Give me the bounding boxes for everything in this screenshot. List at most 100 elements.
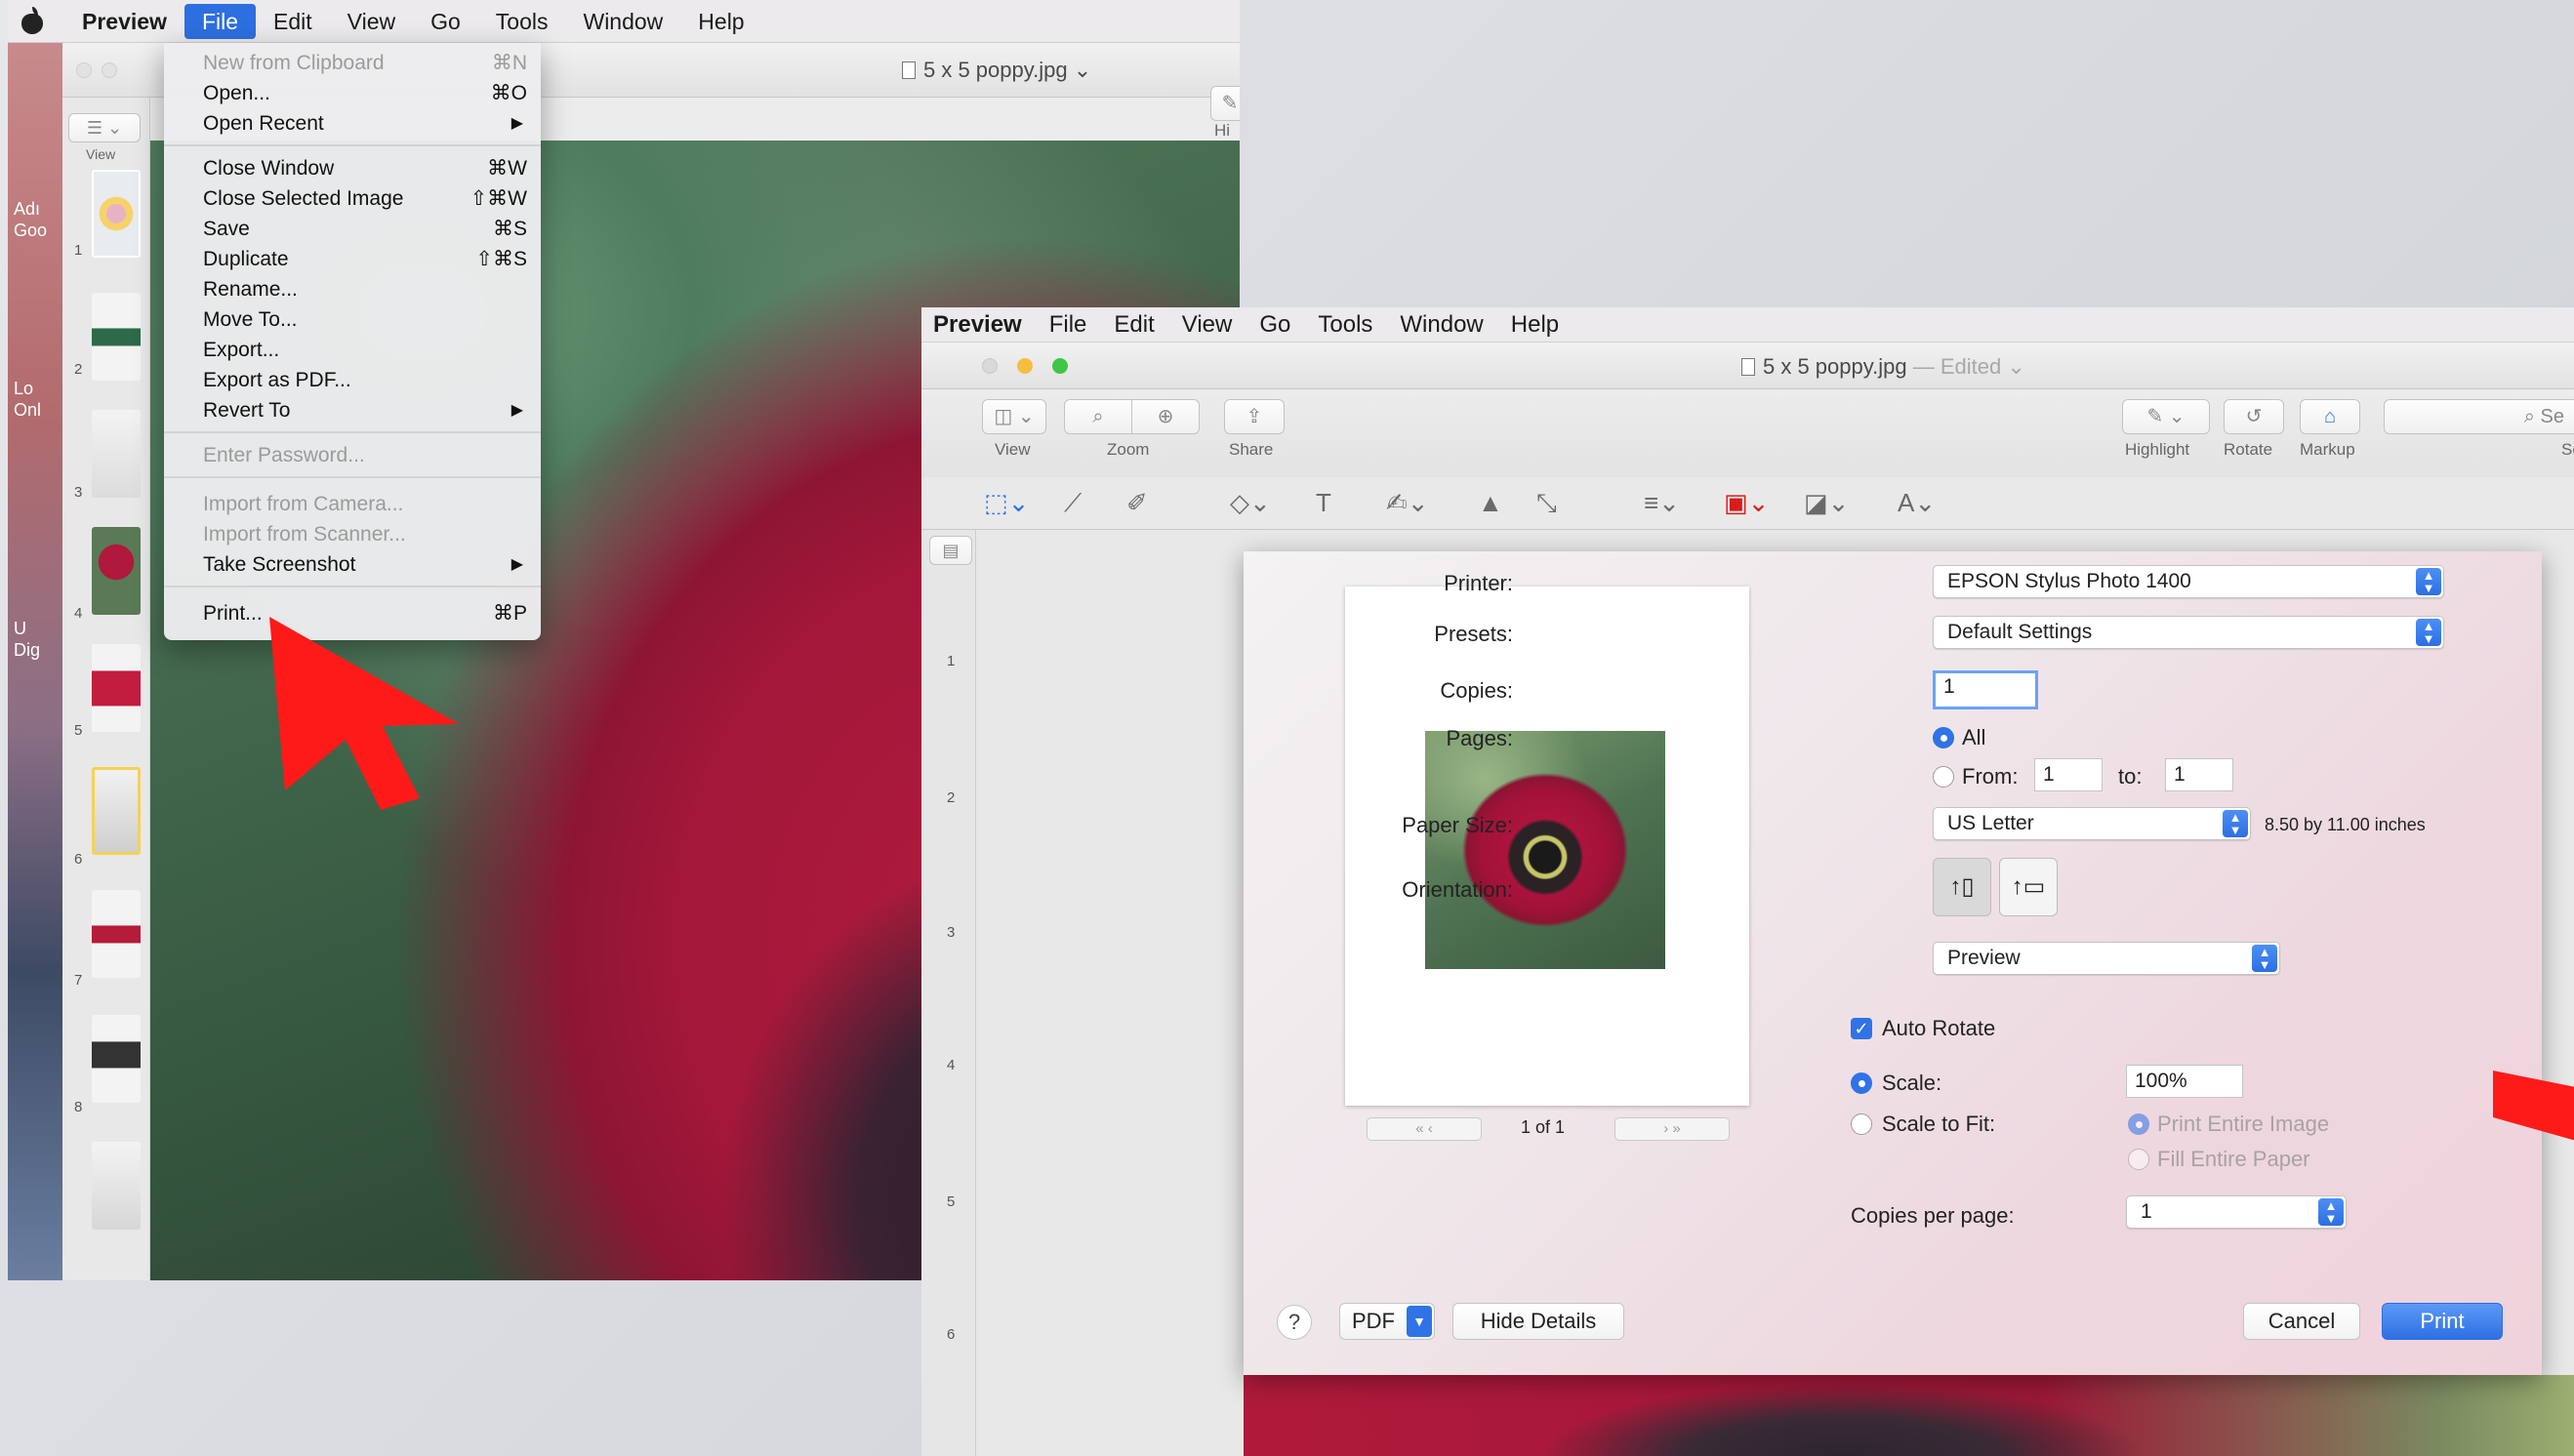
cancel-button[interactable]: Cancel: [2243, 1303, 2360, 1340]
window-status: — Edited: [1912, 354, 2002, 379]
text-icon[interactable]: T: [1316, 489, 1331, 516]
zoom-in-button[interactable]: ⊕: [1131, 399, 1200, 434]
page-thumbnail[interactable]: [92, 890, 141, 978]
minimize-window-button[interactable]: [102, 62, 117, 78]
copies-input[interactable]: 1: [1933, 670, 2038, 709]
auto-rotate-checkbox[interactable]: ✓: [1851, 1018, 1872, 1039]
pages-all-radio[interactable]: [1933, 727, 1954, 748]
adjust-size-icon[interactable]: ⤡: [1536, 489, 1557, 516]
pages-to-input[interactable]: 1: [2165, 758, 2233, 791]
presets-select[interactable]: Default Settings ▲ ▼: [1933, 616, 2444, 649]
menu-help[interactable]: Help: [680, 0, 761, 43]
menu-view[interactable]: View: [330, 0, 413, 43]
help-button[interactable]: ?: [1277, 1305, 1312, 1340]
menu-window[interactable]: Window: [565, 0, 680, 43]
rectangular-selection-icon[interactable]: ⬚⌄: [984, 489, 1029, 516]
pages-range-radio[interactable]: [1933, 766, 1954, 788]
shapes-icon[interactable]: ◇⌄: [1230, 489, 1271, 516]
shape-style-icon[interactable]: ≡⌄: [1644, 489, 1680, 516]
copies-label: Copies:: [1440, 678, 1513, 703]
menu-item-export[interactable]: Export...: [164, 336, 541, 365]
print-entire-image-radio[interactable]: [2128, 1113, 2149, 1135]
copies-per-page-select[interactable]: 1 ▲ ▼: [2126, 1195, 2347, 1229]
menu-item-close-window[interactable]: Close Window ⌘W: [164, 154, 541, 183]
menu-item-export-as-pdf[interactable]: Export as PDF...: [164, 366, 541, 395]
menu-item-move-to[interactable]: Move To...: [164, 305, 541, 335]
preview-window: 5 x 5 poppy.jpg — Edited ⌄ ◫ ⌄ View ⌕ ⊕ …: [921, 343, 2574, 1456]
page-next-buttons[interactable]: › »: [1614, 1117, 1730, 1141]
menu-item-revert-to[interactable]: Revert To ▶: [164, 396, 541, 425]
menu-go[interactable]: Go: [1246, 307, 1304, 343]
menu-file[interactable]: File: [1036, 307, 1101, 343]
close-window-button[interactable]: [982, 358, 998, 374]
page-thumbnail[interactable]: [92, 170, 141, 258]
search-field[interactable]: ⌕ Se: [2384, 399, 2574, 434]
menu-item-save[interactable]: Save ⌘S: [164, 215, 541, 244]
portrait-orientation-button[interactable]: ↑▯: [1933, 858, 1991, 916]
zoom-window-button[interactable]: [1052, 358, 1068, 374]
menu-help[interactable]: Help: [1497, 307, 1573, 343]
chevron-down-icon: ▼: [1407, 1306, 1432, 1337]
printer-select[interactable]: EPSON Stylus Photo 1400 ▲ ▼: [1933, 565, 2444, 598]
page-thumbnail[interactable]: [92, 644, 141, 732]
page-thumbnail-selected[interactable]: [92, 767, 141, 855]
menu-file[interactable]: File: [184, 3, 257, 39]
close-window-button[interactable]: [76, 62, 92, 78]
page-thumbnail[interactable]: [92, 410, 141, 498]
markup-button[interactable]: ⌂: [2300, 399, 2360, 434]
rotate-button[interactable]: ↺: [2224, 399, 2284, 434]
menu-preview[interactable]: Preview: [921, 307, 1036, 343]
menu-item-open-recent[interactable]: Open Recent ▶: [164, 109, 541, 139]
instant-alpha-icon[interactable]: ⟋: [1064, 489, 1082, 516]
scale-input[interactable]: 100%: [2126, 1065, 2243, 1098]
highlight-button[interactable]: ✎: [1210, 86, 1240, 121]
menu-item-enter-password[interactable]: Enter Password...: [164, 441, 541, 470]
page-thumbnail[interactable]: [92, 527, 141, 615]
paper-size-select[interactable]: US Letter ▲ ▼: [1933, 807, 2251, 840]
pages-from-input[interactable]: 1: [2034, 758, 2103, 791]
page-thumbnail[interactable]: [92, 1015, 141, 1103]
share-button[interactable]: ⇪: [1224, 399, 1285, 434]
page-prev-buttons[interactable]: « ‹: [1367, 1117, 1482, 1141]
minimize-window-button[interactable]: [1017, 358, 1033, 374]
page-thumbnail[interactable]: [92, 1142, 141, 1230]
fill-color-icon[interactable]: ◪⌄: [1804, 489, 1849, 516]
menu-window[interactable]: Window: [1386, 307, 1496, 343]
landscape-orientation-button[interactable]: ↑▭: [1999, 858, 2058, 916]
adjust-color-icon[interactable]: ▲: [1478, 489, 1503, 516]
page-thumbnail[interactable]: [92, 293, 141, 381]
print-section-select[interactable]: Preview ▲ ▼: [1933, 942, 2280, 975]
menu-item-new-from-clipboard[interactable]: New from Clipboard ⌘N: [164, 49, 541, 78]
menu-item-rename[interactable]: Rename...: [164, 275, 541, 304]
text-style-icon[interactable]: A⌄: [1898, 489, 1936, 516]
highlight-button[interactable]: ✎ ⌄: [2122, 399, 2210, 434]
menu-item-import-from-scanner[interactable]: Import from Scanner...: [164, 520, 541, 549]
menu-item-import-from-camera[interactable]: Import from Camera...: [164, 490, 541, 519]
menu-go[interactable]: Go: [413, 0, 478, 43]
hide-details-button[interactable]: Hide Details: [1452, 1303, 1624, 1340]
menu-item-shortcut: ⇧⌘S: [475, 248, 527, 270]
border-color-icon[interactable]: ▣⌄: [1724, 489, 1769, 516]
scale-radio[interactable]: [1851, 1072, 1872, 1094]
pdf-menu-button[interactable]: PDF ▼: [1339, 1303, 1435, 1340]
menu-tools[interactable]: Tools: [478, 0, 566, 43]
apple-icon[interactable]: [21, 6, 43, 34]
view-menu-button[interactable]: ◫ ⌄: [982, 399, 1046, 434]
fill-entire-paper-radio[interactable]: [2128, 1149, 2149, 1170]
sketch-icon[interactable]: ✐: [1126, 489, 1148, 516]
menu-edit[interactable]: Edit: [1100, 307, 1167, 343]
scale-to-fit-radio[interactable]: [1851, 1113, 1872, 1135]
zoom-out-button[interactable]: ⌕: [1064, 399, 1132, 434]
menu-item-take-screenshot[interactable]: Take Screenshot ▶: [164, 550, 541, 580]
sidebar-view-button[interactable]: ▤: [929, 536, 972, 565]
menu-view[interactable]: View: [1168, 307, 1246, 343]
print-button[interactable]: Print: [2382, 1303, 2503, 1340]
sidebar-view-button[interactable]: ☰ ⌄: [68, 113, 141, 142]
menu-tools[interactable]: Tools: [1304, 307, 1386, 343]
menu-preview[interactable]: Preview: [64, 0, 184, 43]
menu-item-open[interactable]: Open... ⌘O: [164, 79, 541, 108]
menu-item-close-selected-image[interactable]: Close Selected Image ⇧⌘W: [164, 184, 541, 214]
sign-icon[interactable]: ✍⌄: [1386, 489, 1429, 516]
menu-item-duplicate[interactable]: Duplicate ⇧⌘S: [164, 245, 541, 274]
menu-edit[interactable]: Edit: [256, 0, 330, 43]
